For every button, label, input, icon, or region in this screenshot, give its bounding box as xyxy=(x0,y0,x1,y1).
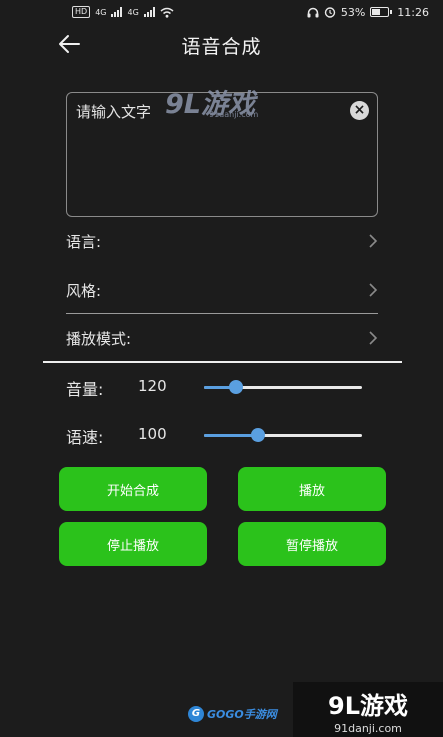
speed-slider[interactable] xyxy=(204,428,362,442)
signal-icon xyxy=(111,7,123,17)
signal-icon-2 xyxy=(143,7,155,17)
gogo-logo-icon: G xyxy=(188,706,204,722)
gogo-watermark-text: GOGO手游网 xyxy=(207,708,277,721)
stop-play-button[interactable]: 停止播放 xyxy=(59,522,207,566)
hd-badge: HD xyxy=(72,6,91,18)
setting-label-play-mode: 播放模式: xyxy=(66,329,132,348)
speed-value: 100 xyxy=(138,425,167,443)
setting-style[interactable]: 风格: xyxy=(66,267,378,313)
slider-thumb[interactable] xyxy=(250,428,265,442)
speed-label: 语速: xyxy=(66,428,104,447)
status-left: HD 4G 4G xyxy=(72,6,174,18)
text-input-box: × xyxy=(66,92,378,217)
volume-value: 120 xyxy=(138,377,167,395)
section-divider xyxy=(43,361,402,363)
wifi-icon xyxy=(160,7,174,18)
clear-icon: × xyxy=(353,102,366,118)
pause-play-button[interactable]: 暂停播放 xyxy=(238,522,386,566)
text-input[interactable] xyxy=(76,101,346,201)
chevron-right-icon xyxy=(369,234,378,248)
setting-label-language: 语言: xyxy=(66,232,102,251)
slider-thumb[interactable] xyxy=(228,380,243,394)
clock: 11:26 xyxy=(397,5,429,19)
slider-active-track xyxy=(204,434,258,437)
battery-icon xyxy=(370,7,393,17)
battery-percent: 53% xyxy=(340,5,366,19)
91danji-logo: 9L游戏 xyxy=(328,692,408,720)
volume-label: 音量: xyxy=(66,380,104,399)
network-label-1: 4G xyxy=(95,7,107,17)
status-bar: HD 4G 4G 53% 11:26 xyxy=(0,0,443,24)
headphones-icon xyxy=(307,7,319,17)
volume-row: 音量: 120 xyxy=(66,372,386,402)
play-button[interactable]: 播放 xyxy=(238,467,386,511)
setting-label-style: 风格: xyxy=(66,281,102,300)
91danji-watermark: 9L游戏 91danji.com xyxy=(293,682,443,737)
status-right: 53% 11:26 xyxy=(307,6,429,19)
app-bar: 语音合成 xyxy=(0,24,443,64)
chevron-right-icon xyxy=(369,283,378,297)
clear-button[interactable]: × xyxy=(350,101,369,120)
setting-play-mode[interactable]: 播放模式: xyxy=(66,315,378,361)
chevron-right-icon xyxy=(369,331,378,345)
gogo-watermark: G GOGO手游网 xyxy=(188,706,277,722)
network-label-2: 4G xyxy=(127,7,139,17)
volume-slider[interactable] xyxy=(204,380,362,394)
91danji-url: 91danji.com xyxy=(334,722,402,735)
start-synthesis-button[interactable]: 开始合成 xyxy=(59,467,207,511)
setting-language[interactable]: 语言: xyxy=(66,218,378,264)
speed-row: 语速: 100 xyxy=(66,420,386,450)
row-divider xyxy=(66,313,378,314)
page-title: 语音合成 xyxy=(181,36,262,58)
alarm-icon xyxy=(324,7,336,18)
